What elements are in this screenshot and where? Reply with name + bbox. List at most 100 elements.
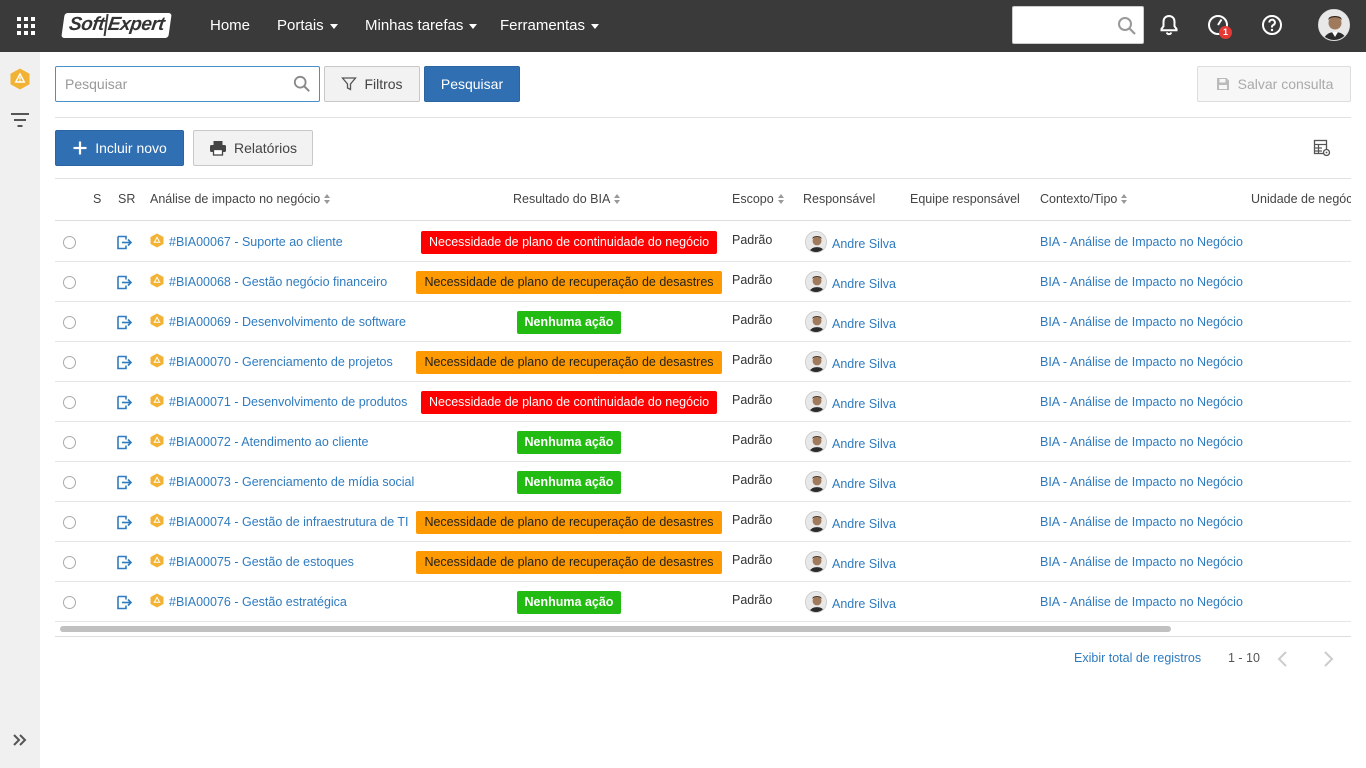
row-select-radio[interactable] <box>63 395 76 409</box>
open-record-icon[interactable] <box>116 274 133 291</box>
row-select-radio[interactable] <box>63 435 76 449</box>
context-link[interactable]: BIA - Análise de Impacto no Negócio <box>1040 235 1243 249</box>
owner-link[interactable]: Andre Silva <box>832 434 896 451</box>
context-link[interactable]: BIA - Análise de Impacto no Negócio <box>1040 355 1243 369</box>
record-title-link[interactable]: #BIA00072 - Atendimento ao cliente <box>169 435 368 449</box>
sort-icon[interactable] <box>1121 193 1128 204</box>
column-header-analysis[interactable]: Análise de impacto no negócio <box>150 180 331 220</box>
search-icon[interactable] <box>1117 16 1137 39</box>
column-settings-icon[interactable] <box>1313 139 1331 157</box>
open-record-icon[interactable] <box>116 234 133 251</box>
owner-link[interactable]: Andre Silva <box>832 314 896 331</box>
table-row[interactable]: #BIA00068 - Gestão negócio financeiro Nec… <box>55 262 1351 302</box>
global-search-input[interactable] <box>1012 6 1144 44</box>
open-record-icon[interactable] <box>116 314 133 331</box>
nav-minhas-tarefas[interactable]: Minhas tarefas <box>365 0 478 52</box>
reports-button[interactable]: Relatórios <box>193 130 313 166</box>
show-total-records-link[interactable]: Exibir total de registros <box>1074 651 1201 665</box>
column-header-result[interactable]: Resultado do BIA <box>513 180 621 220</box>
context-link[interactable]: BIA - Análise de Impacto no Negócio <box>1040 315 1243 329</box>
row-select-radio[interactable] <box>63 475 76 489</box>
context-link[interactable]: BIA - Análise de Impacto no Negócio <box>1040 595 1243 609</box>
context-link[interactable]: BIA - Análise de Impacto no Negócio <box>1040 435 1243 449</box>
context-link[interactable]: BIA - Análise de Impacto no Negócio <box>1040 515 1243 529</box>
open-record-icon[interactable] <box>116 554 133 571</box>
tasks-gauge-icon[interactable]: 1 <box>1206 13 1232 39</box>
column-header-sr[interactable]: SR <box>118 180 135 220</box>
column-header-team[interactable]: Equipe responsável <box>910 180 1020 220</box>
column-header-owner[interactable]: Responsável <box>803 180 875 220</box>
apps-grid-icon[interactable] <box>14 14 38 38</box>
column-header-unit[interactable]: Unidade de negócio <box>1251 180 1351 220</box>
table-row[interactable]: #BIA00069 - Desenvolvimento de software N… <box>55 302 1351 342</box>
open-record-icon[interactable] <box>116 594 133 611</box>
search-input[interactable] <box>56 67 286 101</box>
user-avatar[interactable] <box>1318 9 1350 41</box>
context-link[interactable]: BIA - Análise de Impacto no Negócio <box>1040 475 1243 489</box>
table-row[interactable]: #BIA00075 - Gestão de estoques Necessidad… <box>55 542 1351 582</box>
open-record-icon[interactable] <box>116 354 133 371</box>
nav-ferramentas[interactable]: Ferramentas <box>500 0 600 52</box>
next-page-icon[interactable] <box>1320 650 1336 668</box>
sort-icon[interactable] <box>777 193 785 204</box>
record-title-link[interactable]: #BIA00076 - Gestão estratégica <box>169 595 347 609</box>
sort-icon[interactable] <box>614 193 621 204</box>
search-icon[interactable] <box>293 75 311 96</box>
record-title-link[interactable]: #BIA00073 - Gerenciamento de mídia socia… <box>169 475 414 489</box>
table-row[interactable]: #BIA00073 - Gerenciamento de mídia socia… <box>55 462 1351 502</box>
open-record-icon[interactable] <box>116 434 133 451</box>
horizontal-scrollbar[interactable] <box>60 626 1171 632</box>
record-title-link[interactable]: #BIA00074 - Gestão de infraestrutura de … <box>169 515 409 529</box>
warning-hexagon-icon[interactable] <box>8 67 32 91</box>
help-icon[interactable] <box>1260 13 1286 39</box>
owner-link[interactable]: Andre Silva <box>832 554 896 571</box>
record-title-link[interactable]: #BIA00068 - Gestão negócio financeiro <box>169 275 387 289</box>
search-field[interactable] <box>55 66 320 102</box>
owner-link[interactable]: Andre Silva <box>832 594 896 611</box>
save-query-button[interactable]: Salvar consulta <box>1197 66 1351 102</box>
expand-sidebar-icon[interactable] <box>8 728 32 752</box>
row-select-radio[interactable] <box>63 355 76 369</box>
column-header-context[interactable]: Contexto/Tipo <box>1040 180 1128 220</box>
record-title-link[interactable]: #BIA00070 - Gerenciamento de projetos <box>169 355 393 369</box>
row-select-radio[interactable] <box>63 595 76 609</box>
filter-list-icon[interactable] <box>8 108 32 132</box>
open-record-icon[interactable] <box>116 474 133 491</box>
table-row[interactable]: #BIA00071 - Desenvolvimento de produtos N… <box>55 382 1351 422</box>
open-record-icon[interactable] <box>116 514 133 531</box>
search-button[interactable]: Pesquisar <box>424 66 520 102</box>
table-row[interactable]: #BIA00070 - Gerenciamento de projetos Nec… <box>55 342 1351 382</box>
record-title-link[interactable]: #BIA00069 - Desenvolvimento de software <box>169 315 406 329</box>
owner-link[interactable]: Andre Silva <box>832 274 896 291</box>
column-header-scope[interactable]: Escopo <box>732 180 785 220</box>
sort-icon[interactable] <box>324 193 331 204</box>
owner-link[interactable]: Andre Silva <box>832 354 896 371</box>
nav-home[interactable]: Home <box>210 0 250 52</box>
table-row[interactable]: #BIA00076 - Gestão estratégica Nenhuma aç… <box>55 582 1351 622</box>
owner-link[interactable]: Andre Silva <box>832 474 896 491</box>
owner-link[interactable]: Andre Silva <box>832 514 896 531</box>
table-row[interactable]: #BIA00072 - Atendimento ao cliente Nenhum… <box>55 422 1351 462</box>
row-select-radio[interactable] <box>63 555 76 569</box>
context-link[interactable]: BIA - Análise de Impacto no Negócio <box>1040 275 1243 289</box>
owner-link[interactable]: Andre Silva <box>832 394 896 411</box>
bell-icon[interactable] <box>1157 13 1183 39</box>
row-select-radio[interactable] <box>63 235 76 249</box>
context-link[interactable]: BIA - Análise de Impacto no Negócio <box>1040 395 1243 409</box>
record-title-link[interactable]: #BIA00071 - Desenvolvimento de produtos <box>169 395 407 409</box>
row-select-radio[interactable] <box>63 275 76 289</box>
context-link[interactable]: BIA - Análise de Impacto no Negócio <box>1040 555 1243 569</box>
table-row[interactable]: #BIA00074 - Gestão de infraestrutura de … <box>55 502 1351 542</box>
owner-link[interactable]: Andre Silva <box>832 234 896 251</box>
record-title-link[interactable]: #BIA00067 - Suporte ao cliente <box>169 235 343 249</box>
open-record-icon[interactable] <box>116 394 133 411</box>
record-title-link[interactable]: #BIA00075 - Gestão de estoques <box>169 555 354 569</box>
row-select-radio[interactable] <box>63 315 76 329</box>
row-select-radio[interactable] <box>63 515 76 529</box>
previous-page-icon[interactable] <box>1275 650 1291 668</box>
nav-portais[interactable]: Portais <box>277 0 338 52</box>
softexpert-logo[interactable]: SoftExpert <box>61 12 172 39</box>
add-new-button[interactable]: Incluir novo <box>55 130 184 166</box>
table-row[interactable]: #BIA00067 - Suporte ao cliente Necessidad… <box>55 222 1351 262</box>
filters-button[interactable]: Filtros <box>324 66 420 102</box>
